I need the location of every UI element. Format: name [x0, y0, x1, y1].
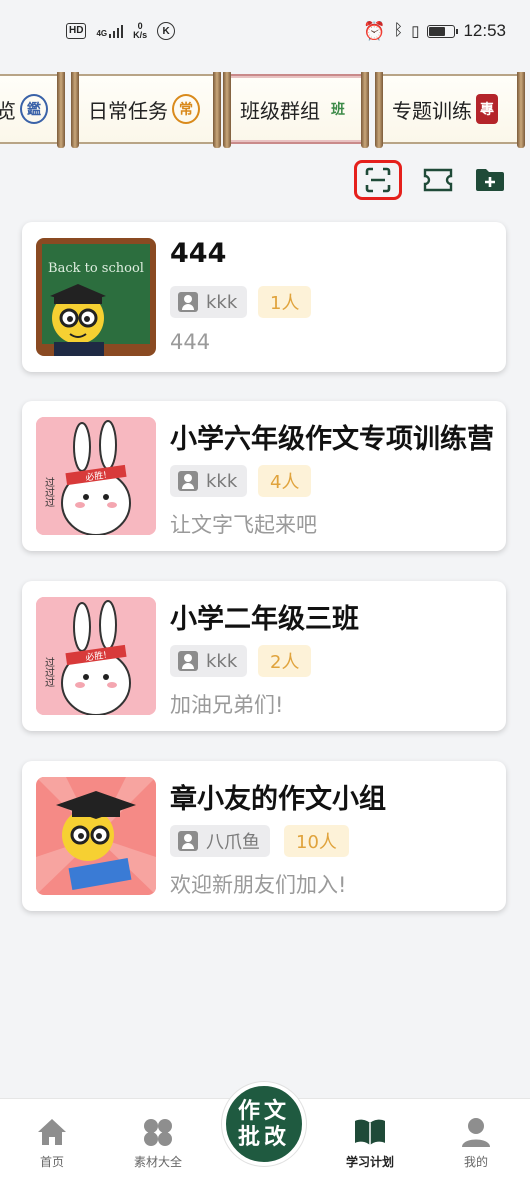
group-title: 444 [170, 238, 227, 269]
ticket-button[interactable] [414, 160, 462, 200]
group-description: 欢迎新朋友们加入! [170, 873, 347, 897]
seal-icon: 專 [476, 94, 498, 124]
group-card[interactable]: Back to school 444 kkk 1人 444 [22, 222, 506, 372]
bluetooth-icon: ᛒ [393, 22, 404, 39]
nav-home[interactable]: 首页 [12, 1117, 92, 1170]
battery-icon [427, 24, 459, 38]
folder-add-icon [476, 169, 504, 191]
person-icon [178, 831, 198, 851]
group-avatar: Back to school [36, 238, 156, 356]
person-icon [178, 292, 198, 312]
owner-badge: kkk [170, 465, 248, 497]
category-tabs: 览 鑑 日常任务 常 班级群组 班 专题训练 專 [0, 72, 530, 148]
group-description: 444 [170, 330, 211, 354]
add-folder-button[interactable] [466, 160, 514, 200]
seal-icon: 常 [172, 94, 200, 124]
hd-icon: HD [66, 23, 87, 39]
nav-study-plan[interactable]: 学习计划 [330, 1117, 410, 1170]
group-card[interactable]: 必胜! 过过过 小学二年级三班 kkk 2人 加油兄弟们! [22, 581, 506, 731]
tab-overview[interactable]: 览 鑑 [0, 72, 65, 148]
member-count-badge: 10人 [284, 825, 349, 857]
alarm-icon: ⏰ [363, 20, 386, 41]
group-card[interactable]: 必胜! 过过过 小学六年级作文专项训练营 kkk 4人 让文字飞起来吧 [22, 401, 506, 551]
net-speed: 0 K/s [133, 21, 148, 40]
status-bar: HD 4G 0 K/s K ⏰ ᛒ ▯ 12:53 [0, 0, 530, 62]
svg-text:过过过: 过过过 [43, 476, 55, 507]
group-avatar: 必胜! 过过过 [36, 417, 156, 535]
person-icon [178, 651, 198, 671]
vibrate-icon: ▯ [411, 23, 420, 40]
k-icon: K [157, 22, 176, 40]
clover-icon [144, 1119, 172, 1146]
essay-review-button[interactable]: 作文批改 [222, 1082, 306, 1166]
group-title: 小学六年级作文专项训练营 [170, 424, 494, 455]
group-title: 小学二年级三班 [170, 604, 359, 635]
ticket-icon [423, 168, 453, 192]
book-icon [355, 1119, 385, 1145]
person-icon [178, 471, 198, 491]
owner-badge: kkk [170, 286, 248, 318]
tab-topic-training[interactable]: 专题训练 專 [375, 72, 525, 148]
user-icon [462, 1118, 490, 1147]
member-count-badge: 1人 [258, 286, 312, 318]
scan-icon [365, 167, 391, 193]
nav-mine[interactable]: 我的 [436, 1117, 516, 1170]
svg-text:Back to school: Back to school [48, 261, 144, 276]
clock: 12:53 [463, 21, 506, 40]
nav-materials[interactable]: 素材大全 [118, 1117, 198, 1170]
group-description: 让文字飞起来吧 [170, 513, 317, 537]
group-title: 章小友的作文小组 [170, 784, 386, 815]
owner-badge: 八爪鱼 [170, 825, 270, 857]
svg-text:过过过: 过过过 [43, 656, 55, 687]
group-avatar [36, 777, 156, 895]
scan-button[interactable] [354, 160, 402, 200]
member-count-badge: 4人 [258, 465, 312, 497]
tab-class-groups[interactable]: 班级群组 班 [223, 72, 369, 148]
member-count-badge: 2人 [258, 645, 312, 677]
group-card[interactable]: 章小友的作文小组 八爪鱼 10人 欢迎新朋友们加入! [22, 761, 506, 911]
signal-icon: 4G [96, 24, 124, 38]
owner-badge: kkk [170, 645, 248, 677]
group-avatar: 必胜! 过过过 [36, 597, 156, 715]
tab-daily-tasks[interactable]: 日常任务 常 [71, 72, 221, 148]
home-icon [38, 1119, 66, 1145]
seal-icon: 班 [331, 102, 345, 118]
seal-icon: 鑑 [20, 94, 48, 124]
group-description: 加油兄弟们! [170, 693, 284, 717]
